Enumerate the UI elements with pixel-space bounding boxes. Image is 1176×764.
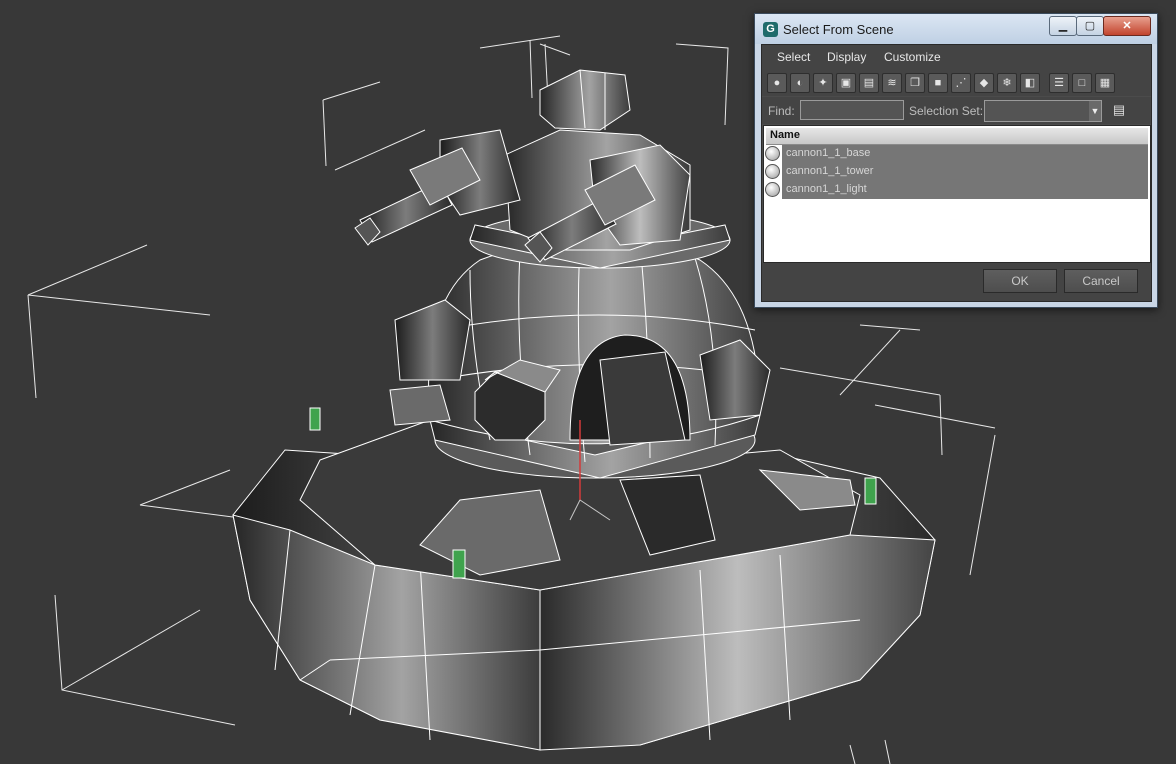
display-bones-icon[interactable]: ⋰ [951,73,971,93]
maximize-button[interactable]: ▢ [1076,16,1104,36]
display-lights-icon[interactable]: ✦ [813,73,833,93]
display-helpers-icon[interactable]: ▤ [859,73,879,93]
display-geometry-icon[interactable]: ● [767,73,787,93]
filter-toolbar: ● ◐ ✦ ▣ ▤ ≋ ❐ ■ ⋰ ◆ ❄ ◧ ☰ □ ▦ [762,69,1151,96]
display-xrefs-icon[interactable]: ■ [928,73,948,93]
list-item[interactable]: cannon1_1_base [765,145,1148,163]
list-header[interactable]: Name [766,128,1148,145]
select-invert-icon[interactable]: ▦ [1095,73,1115,93]
display-shapes-icon[interactable]: ◐ [790,73,810,93]
title-bar[interactable]: G Select From Scene ▁ ▢ ✕ [755,14,1157,44]
select-from-scene-dialog: G Select From Scene ▁ ▢ ✕ Select Display… [754,13,1158,308]
app-icon: G [763,22,778,37]
find-input[interactable] [800,100,904,120]
geometry-object-icon [765,182,780,197]
dialog-title: Select From Scene [783,22,894,37]
selection-set-label: Selection Set: [909,104,984,118]
column-name[interactable]: Name [770,129,800,141]
list-item-label: cannon1_1_base [786,147,871,159]
chevron-down-icon[interactable]: ▼ [1089,101,1101,121]
menu-customize[interactable]: Customize [884,50,941,64]
display-groups-icon[interactable]: ❐ [905,73,925,93]
display-frozen-icon[interactable]: ❄ [997,73,1017,93]
close-button[interactable]: ✕ [1103,16,1151,36]
dialog-buttons: OK Cancel [762,263,1151,301]
selection-set-dropdown[interactable]: ▼ [984,100,1102,122]
select-none-icon[interactable]: □ [1072,73,1092,93]
display-cameras-icon[interactable]: ▣ [836,73,856,93]
menu-select[interactable]: Select [777,50,810,64]
geometry-object-icon [765,146,780,161]
dialog-client: Select Display Customize ● ◐ ✦ ▣ ▤ ≋ ❐ ■… [761,44,1152,302]
list-item-label: cannon1_1_light [786,183,867,195]
object-list[interactable]: Name cannon1_1_base cannon1_1_tower cann… [763,125,1151,263]
display-hidden-icon[interactable]: ◧ [1020,73,1040,93]
minimize-button[interactable]: ▁ [1049,16,1077,36]
ok-button[interactable]: OK [983,269,1057,293]
menu-display[interactable]: Display [827,50,866,64]
list-item-label: cannon1_1_tower [786,165,874,177]
find-bar: Find: Selection Set: ▼ ▤ [762,97,1151,124]
list-item[interactable]: cannon1_1_tower [765,163,1148,181]
display-spacewarps-icon[interactable]: ≋ [882,73,902,93]
geometry-object-icon [765,164,780,179]
select-all-icon[interactable]: ☰ [1049,73,1069,93]
display-containers-icon[interactable]: ◆ [974,73,994,93]
find-label: Find: [768,104,795,118]
list-item[interactable]: cannon1_1_light [765,181,1148,199]
selection-set-edit-icon[interactable]: ▤ [1110,101,1128,119]
menu-bar: Select Display Customize [762,45,1151,69]
cancel-button[interactable]: Cancel [1064,269,1138,293]
